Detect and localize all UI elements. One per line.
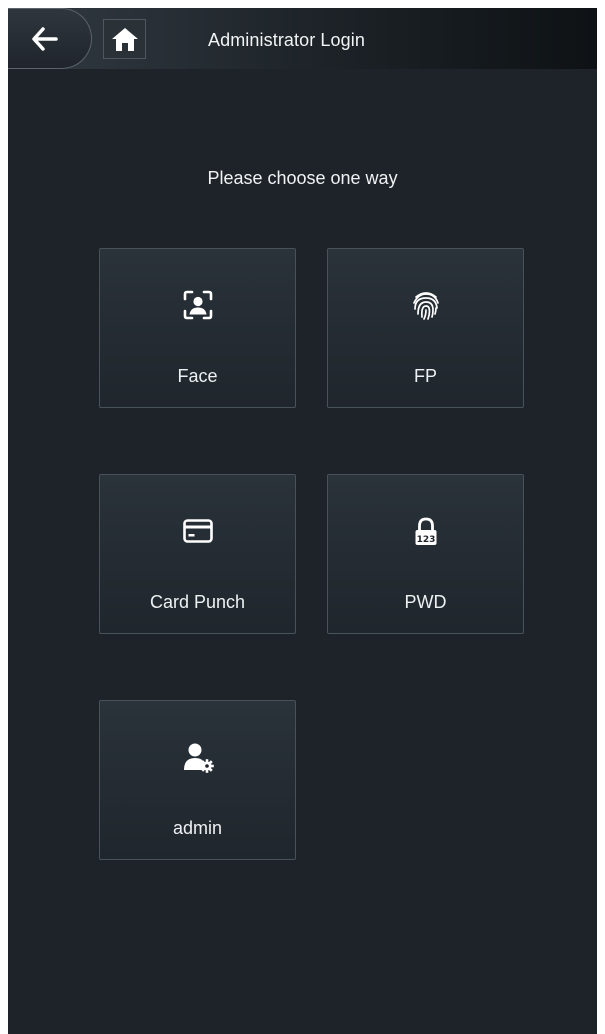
fingerprint-login-button[interactable]: FP: [327, 248, 524, 408]
back-button[interactable]: [8, 8, 92, 69]
password-lock-icon: 123: [415, 517, 436, 545]
admin-label: admin: [172, 818, 223, 838]
card-punch-login-button[interactable]: Card Punch: [99, 474, 296, 634]
face-label: Face: [177, 366, 218, 386]
svg-text:123: 123: [416, 535, 435, 545]
fingerprint-icon: [412, 292, 439, 320]
face-recognition-icon: [183, 290, 212, 320]
password-login-button[interactable]: 123 PWD: [327, 474, 524, 634]
fp-label: FP: [413, 366, 437, 386]
home-icon: [112, 28, 138, 51]
choose-prompt: Please choose one way: [207, 168, 398, 188]
arrow-left-icon: [32, 27, 58, 51]
face-login-button[interactable]: Face: [99, 248, 296, 408]
header-bar: Administrator Login: [8, 8, 597, 69]
home-button[interactable]: [103, 19, 146, 59]
page-title: Administrator Login: [208, 30, 365, 50]
login-screen: Administrator Login Please choose one wa…: [8, 8, 597, 1034]
card-icon: [182, 519, 213, 543]
card-punch-label: Card Punch: [149, 592, 246, 612]
pwd-label: PWD: [404, 592, 447, 612]
admin-login-button[interactable]: admin: [99, 700, 296, 860]
user-settings-icon: [183, 743, 214, 773]
